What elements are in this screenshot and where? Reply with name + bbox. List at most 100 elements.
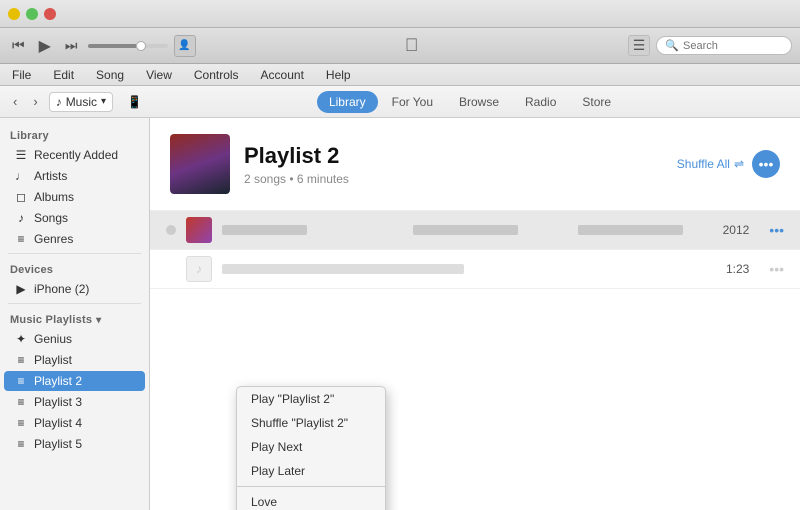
- context-menu-item-love[interactable]: Love: [237, 490, 385, 510]
- play-button[interactable]: ▶: [35, 34, 55, 58]
- genres-label: Genres: [34, 232, 73, 246]
- sidebar-item-albums[interactable]: ◻ Albums: [4, 187, 145, 207]
- tab-radio[interactable]: Radio: [513, 91, 568, 113]
- navbar: ‹ › ♪ Music ▾ 📱 Library For You Browse R…: [0, 86, 800, 118]
- search-icon: 🔍: [665, 39, 679, 52]
- playlist5-label: Playlist 5: [34, 437, 82, 451]
- search-box[interactable]: 🔍: [656, 36, 792, 55]
- music-note-icon: ♪: [56, 95, 62, 109]
- more-options-button[interactable]: •••: [752, 150, 780, 178]
- track-playing-indicator: [166, 225, 176, 235]
- sidebar-item-playlist5[interactable]: ≡ Playlist 5: [4, 434, 145, 454]
- apple-center-icon: : [405, 35, 419, 56]
- track-more-button[interactable]: •••: [769, 222, 784, 238]
- genius-label: Genius: [34, 332, 72, 346]
- context-menu-divider-1: [237, 486, 385, 487]
- rewind-button[interactable]: ⏮: [8, 35, 29, 56]
- playlist4-icon: ≡: [14, 416, 28, 430]
- songs-label: Songs: [34, 211, 68, 225]
- sidebar-item-playlist[interactable]: ≡ Playlist: [4, 350, 145, 370]
- playlist-info: Playlist 2 2 songs • 6 minutes: [244, 143, 349, 186]
- albums-icon: ◻: [14, 190, 28, 204]
- genius-icon: ✦: [14, 332, 28, 346]
- playlists-section-title: Music Playlists ▾: [0, 308, 149, 328]
- track-thumbnail: [186, 217, 212, 243]
- track-duration: 1:23: [726, 262, 759, 276]
- playlist-cover: [170, 134, 230, 194]
- volume-slider[interactable]: [88, 44, 168, 48]
- nav-tabs: Library For You Browse Radio Store: [317, 91, 623, 113]
- tab-browse[interactable]: Browse: [447, 91, 511, 113]
- menu-account[interactable]: Account: [257, 68, 308, 82]
- playlist-title: Playlist 2: [244, 143, 349, 169]
- menu-controls[interactable]: Controls: [190, 68, 243, 82]
- sidebar-item-genius[interactable]: ✦ Genius: [4, 329, 145, 349]
- menu-file[interactable]: File: [8, 68, 35, 82]
- menu-song[interactable]: Song: [92, 68, 128, 82]
- playlist2-label: Playlist 2: [34, 374, 82, 388]
- albums-label: Albums: [34, 190, 74, 204]
- artists-label: Artists: [34, 169, 67, 183]
- avatar[interactable]: 👤: [174, 35, 196, 57]
- minimize-button[interactable]: [8, 8, 20, 20]
- close-button[interactable]: [44, 8, 56, 20]
- sidebar-item-iphone[interactable]: ▶ iPhone (2): [4, 279, 145, 299]
- playlist4-label: Playlist 4: [34, 416, 82, 430]
- track-year: 2012: [723, 223, 760, 237]
- menubar: File Edit Song View Controls Account Hel…: [0, 64, 800, 86]
- toolbar: ⏮ ▶ ⏭ 👤  ☰ 🔍: [0, 28, 800, 64]
- iphone-label: iPhone (2): [34, 282, 89, 296]
- track-list: 2012 ••• ♪ 1:23 •••: [150, 211, 800, 289]
- table-row[interactable]: 2012 •••: [150, 211, 800, 250]
- library-section-title: Library: [0, 124, 149, 144]
- track-album-bar: [578, 225, 683, 235]
- sidebar-item-playlist3[interactable]: ≡ Playlist 3: [4, 392, 145, 412]
- context-menu-item-shuffle[interactable]: Shuffle "Playlist 2": [237, 411, 385, 435]
- sidebar-item-artists[interactable]: ♩ Artists: [4, 166, 145, 186]
- sidebar-item-recently-added[interactable]: ☰ Recently Added: [4, 145, 145, 165]
- sidebar-item-playlist2[interactable]: ≡ Playlist 2: [4, 371, 145, 391]
- nav-forward-button[interactable]: ›: [28, 92, 42, 111]
- context-menu-item-play-later[interactable]: Play Later: [237, 459, 385, 483]
- fast-forward-button[interactable]: ⏭: [61, 35, 82, 56]
- playlist-actions: Shuffle All ⇌ •••: [677, 150, 780, 178]
- list-view-button[interactable]: ☰: [628, 35, 651, 56]
- playlist-icon: ≡: [14, 353, 28, 367]
- menu-view[interactable]: View: [142, 68, 176, 82]
- sidebar: Library ☰ Recently Added ♩ Artists ◻ Alb…: [0, 118, 150, 510]
- shuffle-all-button[interactable]: Shuffle All ⇌: [677, 157, 744, 171]
- sidebar-item-playlist4[interactable]: ≡ Playlist 4: [4, 413, 145, 433]
- tab-store[interactable]: Store: [570, 91, 623, 113]
- restore-button[interactable]: [26, 8, 38, 20]
- sidebar-item-genres[interactable]: ≡ Genres: [4, 229, 145, 249]
- playlist3-label: Playlist 3: [34, 395, 82, 409]
- chevron-down-icon: ▾: [101, 96, 106, 107]
- source-label: Music: [66, 95, 97, 109]
- title-bar: [0, 0, 800, 28]
- menu-edit[interactable]: Edit: [49, 68, 78, 82]
- track-artist-bar: [413, 225, 518, 235]
- track-title-bar-2: [222, 264, 464, 274]
- shuffle-icon: ⇌: [734, 157, 744, 171]
- source-selector[interactable]: ♪ Music ▾: [49, 92, 113, 112]
- content-area: Playlist 2 2 songs • 6 minutes Shuffle A…: [150, 118, 800, 510]
- context-menu: Play "Playlist 2" Shuffle "Playlist 2" P…: [236, 386, 386, 510]
- iphone-icon: ▶: [14, 282, 28, 296]
- context-menu-item-play[interactable]: Play "Playlist 2": [237, 387, 385, 411]
- tab-for-you[interactable]: For You: [380, 91, 445, 113]
- search-input[interactable]: [683, 40, 783, 52]
- table-row[interactable]: ♪ 1:23 •••: [150, 250, 800, 289]
- sidebar-item-songs[interactable]: ♪ Songs: [4, 208, 145, 228]
- context-menu-item-play-next[interactable]: Play Next: [237, 435, 385, 459]
- nav-back-button[interactable]: ‹: [8, 92, 22, 111]
- songs-icon: ♪: [14, 211, 28, 225]
- genres-icon: ≡: [14, 232, 28, 246]
- artists-icon: ♩: [14, 169, 28, 183]
- playlist-label: Playlist: [34, 353, 72, 367]
- recently-added-icon: ☰: [14, 148, 28, 162]
- volume-thumb: [136, 41, 146, 51]
- window-controls: [8, 8, 56, 20]
- track-more-button-2[interactable]: •••: [769, 261, 784, 277]
- tab-library[interactable]: Library: [317, 91, 378, 113]
- menu-help[interactable]: Help: [322, 68, 355, 82]
